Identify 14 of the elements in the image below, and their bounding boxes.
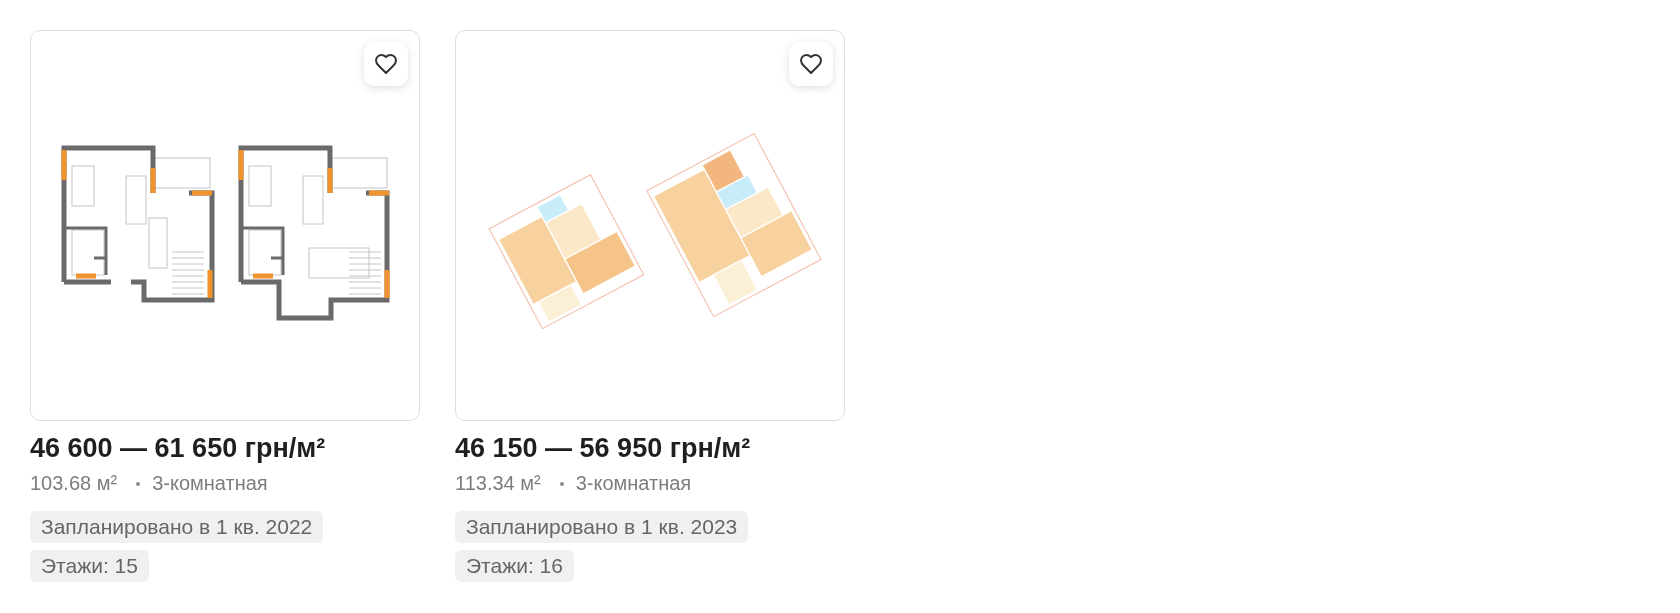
separator-dot-icon xyxy=(559,481,564,486)
area-text: 103.68 м² xyxy=(30,471,118,496)
price-text: 46 600 — 61 650 грн/м² xyxy=(30,433,327,464)
info-tag: Этажи: 15 xyxy=(30,550,149,582)
info-tag: Запланировано в 1 кв. 2023 xyxy=(455,511,749,543)
rooms-text: 3-комнатная xyxy=(575,471,692,496)
info-tag: Запланировано в 1 кв. 2022 xyxy=(30,511,324,543)
favorite-button[interactable] xyxy=(789,42,833,86)
separator-dot-icon xyxy=(136,481,141,486)
info-tag: Этажи: 16 xyxy=(455,550,574,582)
area-text: 113.34 м² xyxy=(455,471,541,496)
price-text: 46 150 — 56 950 грн/м² xyxy=(455,433,752,464)
rooms-text: 3-комнатная xyxy=(152,471,268,496)
favorite-button[interactable] xyxy=(364,42,408,86)
